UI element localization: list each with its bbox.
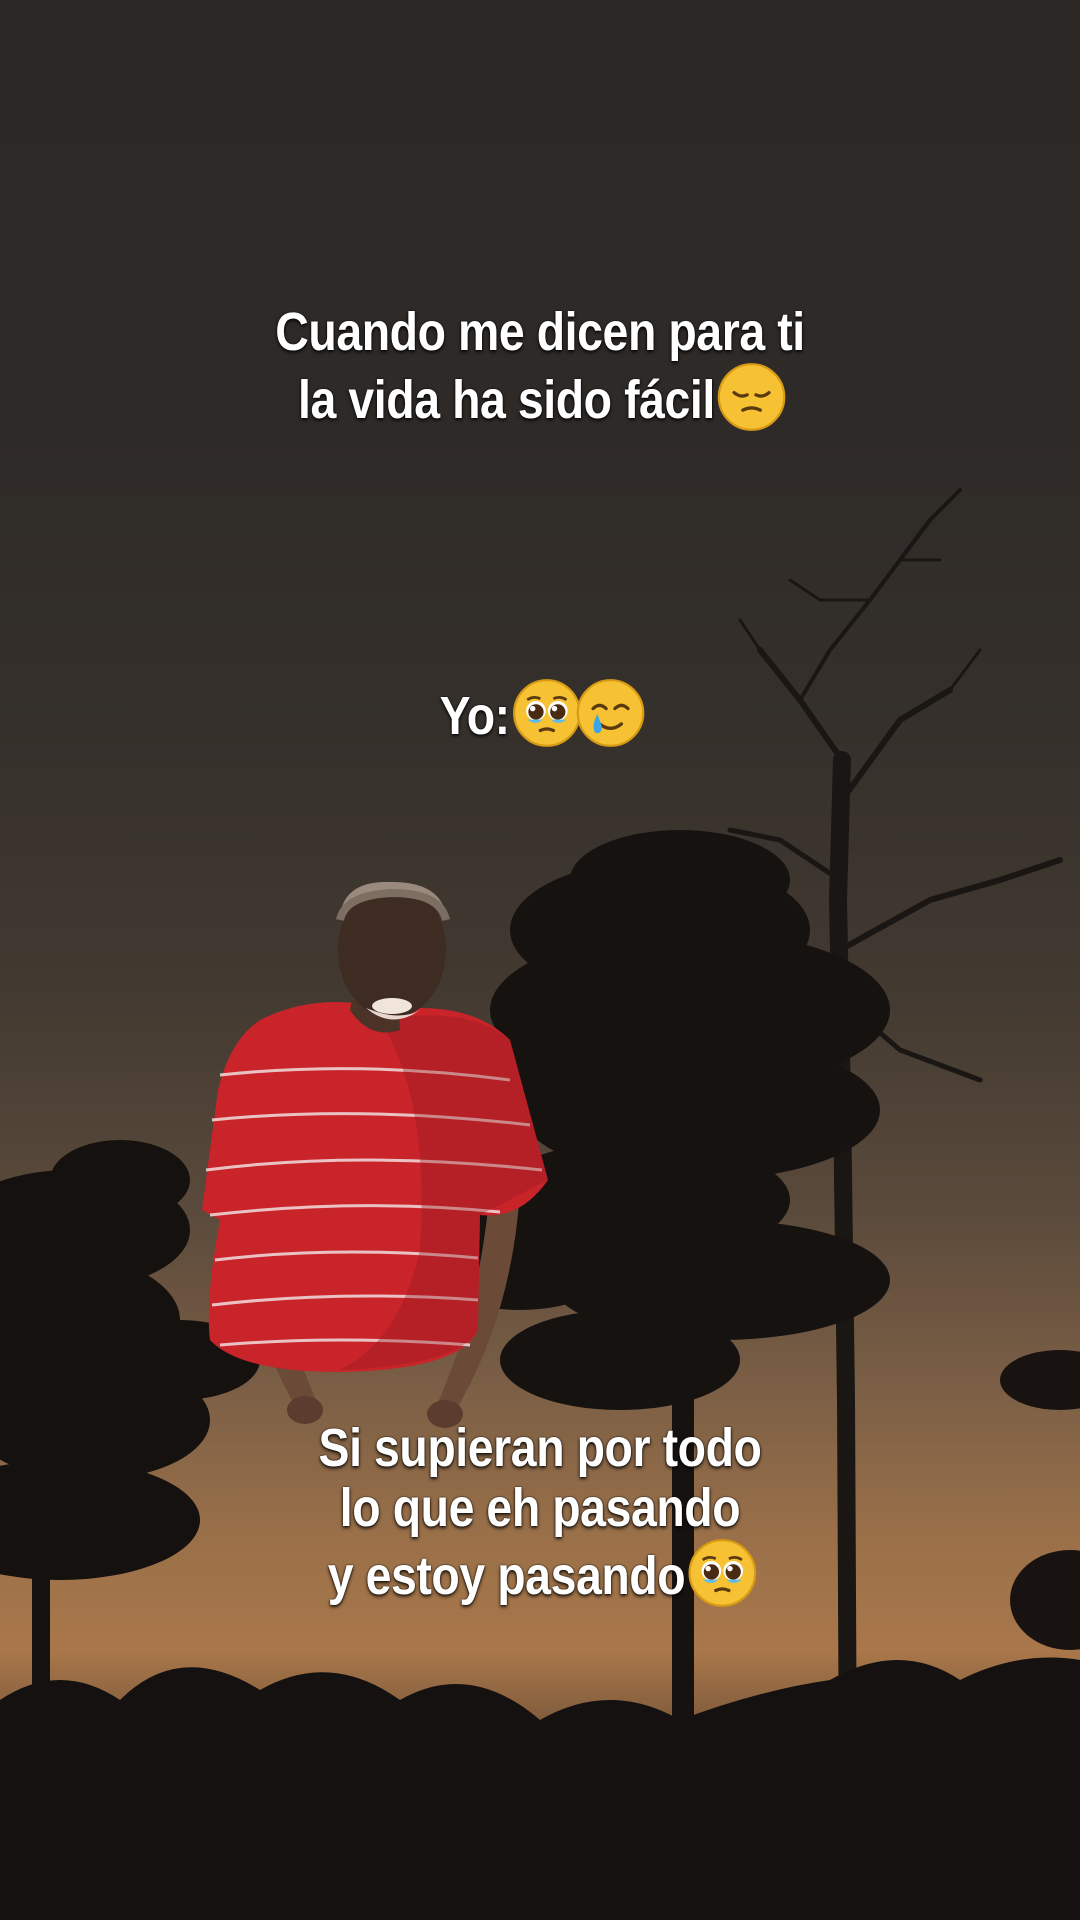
top-caption: Cuando me dicen para ti la vida ha sido … <box>76 302 1005 432</box>
top-caption-line-2: la vida ha sido fácil <box>76 362 1005 432</box>
middle-caption: Yo: <box>76 678 1005 748</box>
pleading-face-icon <box>512 679 581 747</box>
top-caption-line-2-text: la vida ha sido fácil <box>298 370 715 430</box>
right-edge-tree-silhouette <box>1000 1350 1080 1650</box>
person-sticker <box>202 881 548 1428</box>
bottom-caption-line-3-text: y estoy pasando <box>327 1546 686 1606</box>
bottom-caption-line-2: lo que eh pasando <box>339 1478 741 1538</box>
middle-caption-line: Yo: <box>76 678 1005 748</box>
bottom-caption: Si supieran por todo lo que eh pasando y… <box>76 1418 1005 1608</box>
video-frame: Cuando me dicen para ti la vida ha sido … <box>0 0 1080 1920</box>
pleading-face-icon <box>688 1539 756 1607</box>
bottom-caption-line-1: Si supieran por todo <box>318 1418 762 1478</box>
top-caption-line-1: Cuando me dicen para ti <box>275 302 805 362</box>
bottom-caption-line-3: y estoy pasando <box>76 1538 1005 1608</box>
middle-caption-text: Yo: <box>439 686 511 746</box>
treeline-silhouette <box>0 1657 1080 1920</box>
background-scene <box>0 488 1080 1920</box>
pensive-face-icon <box>718 363 786 431</box>
smiling-face-with-tear-icon <box>576 679 645 747</box>
